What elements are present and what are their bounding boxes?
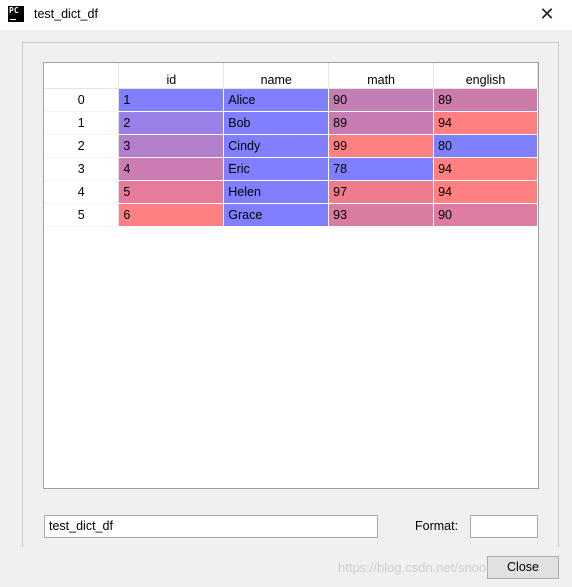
close-button[interactable]: Close: [487, 556, 559, 579]
cell-math[interactable]: 97: [328, 180, 435, 204]
cell-math[interactable]: 90: [328, 88, 435, 112]
table-row: 2 3 Cindy 99 80: [44, 134, 538, 158]
cell-id[interactable]: 2: [118, 111, 225, 135]
cell-name[interactable]: Grace: [223, 203, 330, 227]
cell-name[interactable]: Bob: [223, 111, 330, 135]
format-field[interactable]: [470, 515, 538, 538]
dataframe-table-view[interactable]: id name math english 0 1 Alice 90 89 1 2: [43, 62, 539, 489]
cell-english[interactable]: 94: [433, 180, 538, 204]
column-header-name[interactable]: name: [223, 63, 330, 89]
cell-name[interactable]: Eric: [223, 157, 330, 181]
format-label: Format:: [415, 519, 459, 533]
dialog-window: PC test_dict_df ✕ id name math english 0…: [0, 0, 572, 587]
cell-english[interactable]: 90: [433, 203, 538, 227]
cell-english[interactable]: 89: [433, 88, 538, 112]
table-row: 5 6 Grace 93 90: [44, 203, 538, 227]
column-header-id[interactable]: id: [118, 63, 225, 89]
cell-id[interactable]: 1: [118, 88, 225, 112]
row-index[interactable]: 4: [44, 180, 120, 204]
cell-math[interactable]: 93: [328, 203, 435, 227]
cell-id[interactable]: 3: [118, 134, 225, 158]
table-row: 1 2 Bob 89 94: [44, 111, 538, 135]
cell-english[interactable]: 80: [433, 134, 538, 158]
pycharm-icon: PC: [8, 6, 24, 22]
row-index[interactable]: 3: [44, 157, 120, 181]
cell-name[interactable]: Helen: [223, 180, 330, 204]
cell-english[interactable]: 94: [433, 157, 538, 181]
cell-name[interactable]: Cindy: [223, 134, 330, 158]
corner-header[interactable]: [44, 63, 120, 89]
column-header-math[interactable]: math: [328, 63, 435, 89]
title-bar[interactable]: PC test_dict_df ✕: [0, 0, 572, 30]
row-index[interactable]: 0: [44, 88, 120, 112]
header-row: id name math english: [44, 63, 538, 89]
window-title: test_dict_df: [34, 7, 98, 21]
variable-name-field[interactable]: test_dict_df: [44, 515, 378, 538]
table-row: 0 1 Alice 90 89: [44, 88, 538, 112]
row-index[interactable]: 2: [44, 134, 120, 158]
row-index[interactable]: 1: [44, 111, 120, 135]
table-row: 4 5 Helen 97 94: [44, 180, 538, 204]
cell-id[interactable]: 4: [118, 157, 225, 181]
table-row: 3 4 Eric 78 94: [44, 157, 538, 181]
cell-name[interactable]: Alice: [223, 88, 330, 112]
cell-id[interactable]: 5: [118, 180, 225, 204]
cell-math[interactable]: 78: [328, 157, 435, 181]
cell-english[interactable]: 94: [433, 111, 538, 135]
cell-math[interactable]: 89: [328, 111, 435, 135]
cell-id[interactable]: 6: [118, 203, 225, 227]
row-index[interactable]: 5: [44, 203, 120, 227]
cell-math[interactable]: 99: [328, 134, 435, 158]
close-icon[interactable]: ✕: [535, 4, 559, 26]
column-header-english[interactable]: english: [433, 63, 538, 89]
dataframe-table: id name math english 0 1 Alice 90 89 1 2: [44, 63, 538, 227]
